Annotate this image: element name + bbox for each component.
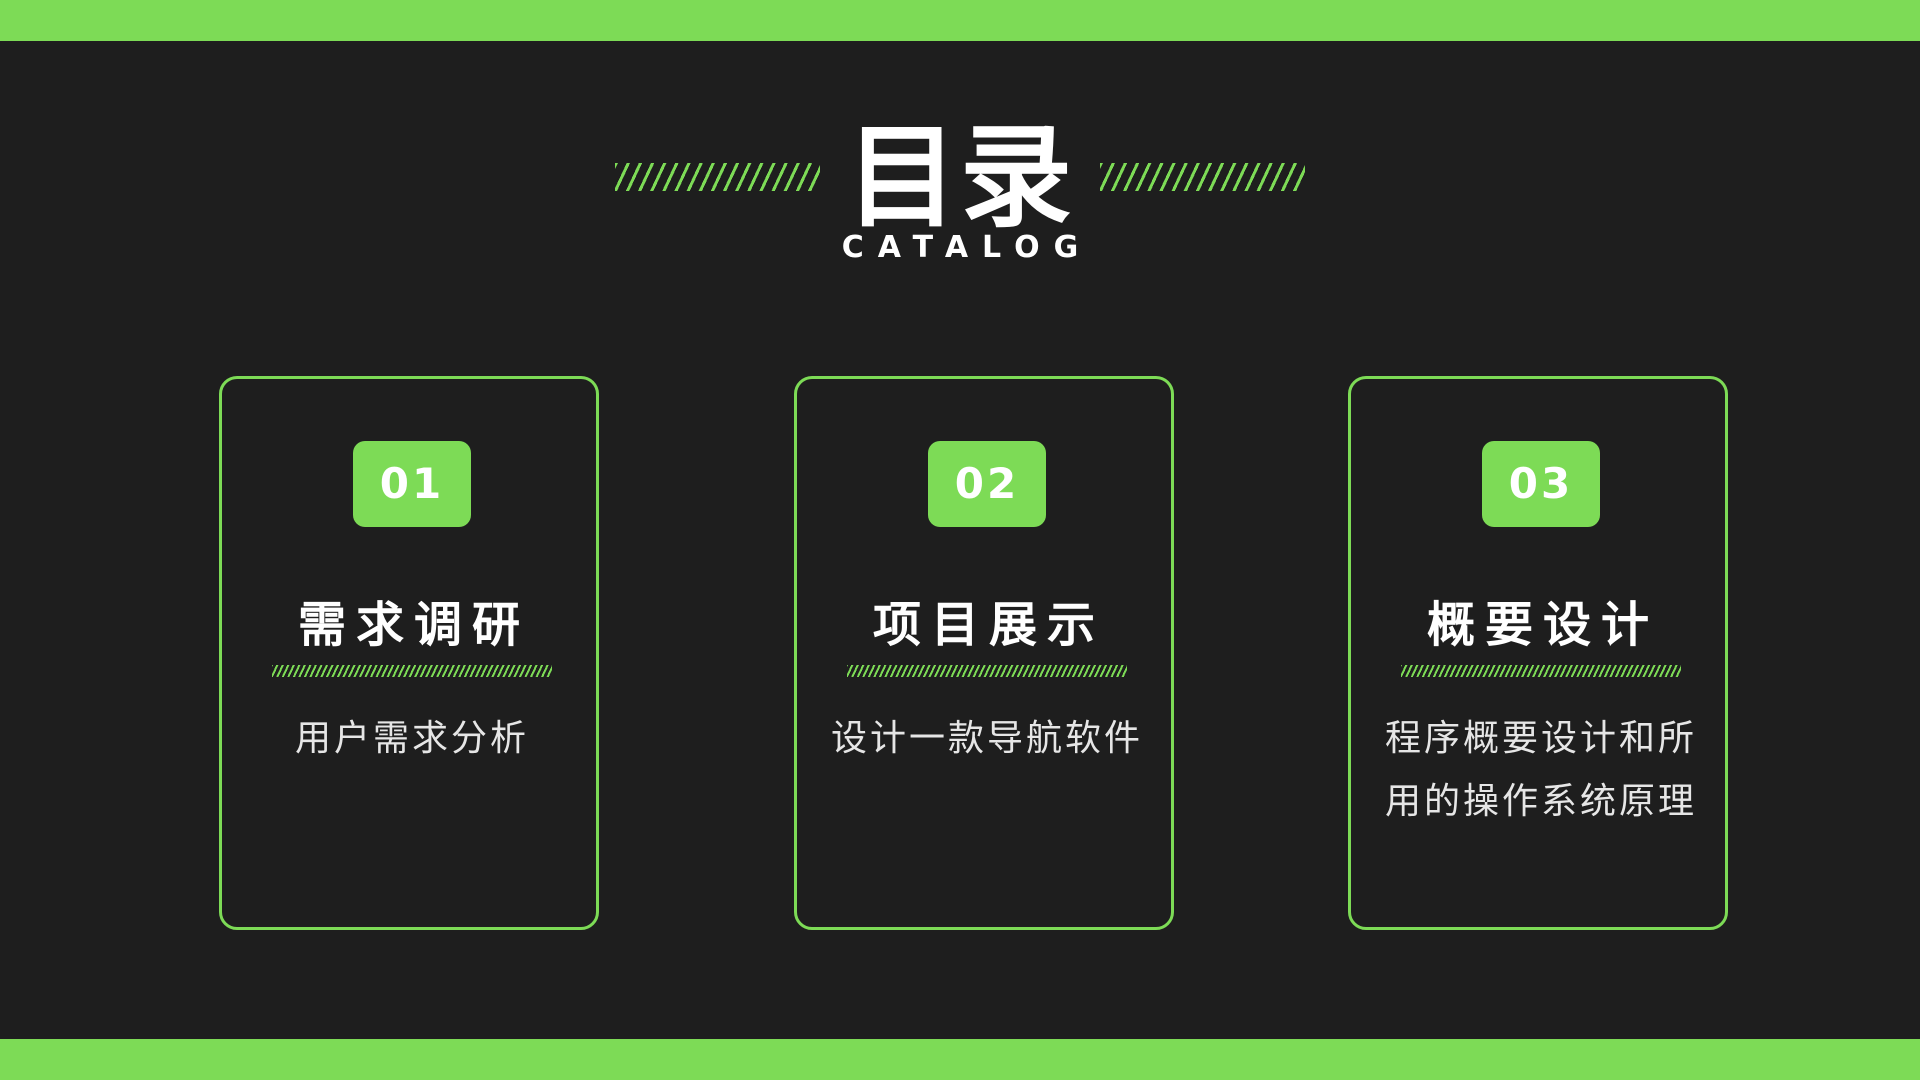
card-description: 设计一款导航软件 [830, 718, 1143, 759]
card-title: 项目展示 [872, 597, 1105, 653]
card-divider [272, 665, 552, 677]
card-number-badge: 02 [928, 441, 1046, 527]
card-description: 用户需求分析 [294, 718, 529, 759]
card-title: 概要设计 [1426, 597, 1659, 653]
catalog-card-1[interactable]: 01 需求调研 用户需求分析 [219, 376, 599, 930]
card-number-badge: 01 [353, 441, 471, 527]
catalog-card-2[interactable]: 02 项目展示 设计一款导航软件 [794, 376, 1174, 930]
top-accent-bar [0, 0, 1920, 41]
header-hatch-right [1100, 163, 1305, 191]
catalog-card-3[interactable]: 03 概要设计 程序概要设计和所用的操作系统原理 [1348, 376, 1728, 930]
page-subtitle: CATALOG [841, 230, 1093, 265]
card-divider [1401, 665, 1681, 677]
card-number-badge: 03 [1482, 441, 1600, 527]
bottom-accent-bar [0, 1039, 1920, 1080]
card-divider [847, 665, 1127, 677]
card-title: 需求调研 [297, 597, 530, 653]
card-description: 程序概要设计和所用的操作系统原理 [1384, 718, 1697, 822]
